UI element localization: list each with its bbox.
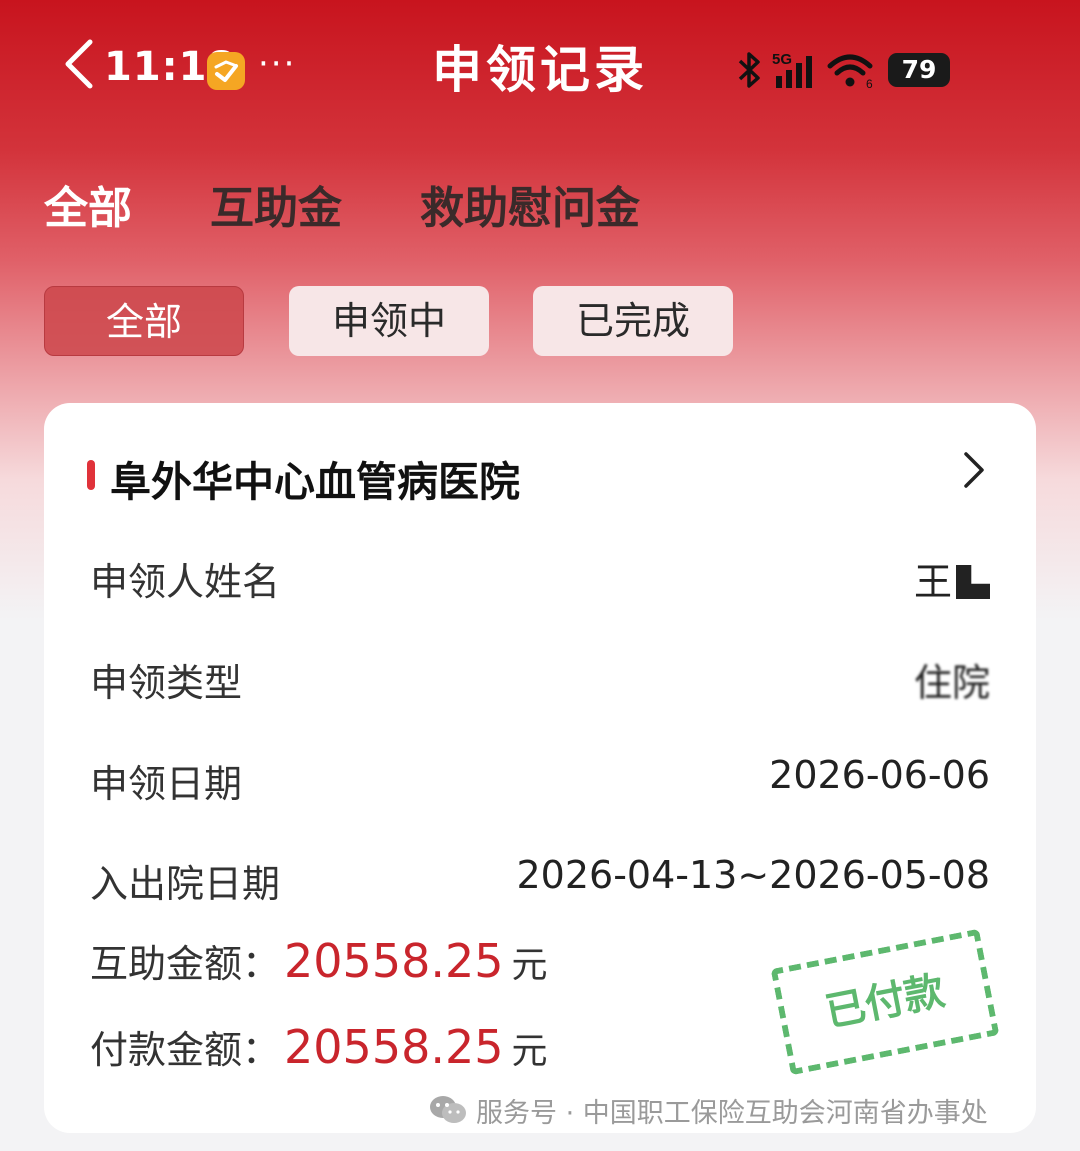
filter-completed[interactable]: 已完成: [533, 286, 733, 356]
paid-stamp: 已付款: [770, 928, 1000, 1076]
claim-type-value: 住院: [913, 661, 990, 705]
aid-amount-label: 互助金额：: [90, 942, 281, 986]
hospital-name: 阜外华中心血管病医院: [110, 458, 520, 506]
claim-date-label: 申领日期: [90, 762, 243, 806]
chevron-right-icon[interactable]: [958, 448, 988, 492]
watermark: 服务号 · 中国职工保险互助会河南省办事处: [428, 1090, 988, 1130]
accent-bar: [87, 460, 95, 490]
paid-amount-label: 付款金额：: [90, 1028, 281, 1072]
tab-relief-funds[interactable]: 救助慰问金: [420, 172, 640, 236]
watermark-text: 服务号 · 中国职工保险互助会河南省办事处: [476, 1097, 988, 1129]
tab-all[interactable]: 全部: [44, 172, 132, 236]
top-bar: 11:18 ··· 申领记录 5G 6 79: [0, 0, 1080, 130]
paid-amount-unit: 元: [511, 1031, 548, 1072]
svg-text:6: 6: [866, 77, 873, 90]
bluetooth-icon: [736, 50, 762, 90]
hospital-stay-value: 2026-04-13~2026-05-08: [516, 853, 990, 897]
claim-type-row: 申领类型 住院: [90, 652, 990, 705]
hospital-stay-row: 入出院日期 2026-04-13~2026-05-08: [90, 853, 990, 906]
aid-amount-unit: 元: [511, 945, 548, 986]
claim-date-row: 申领日期 2026-06-06: [90, 753, 990, 806]
filter-in-progress[interactable]: 申领中: [289, 286, 489, 356]
applicant-row: 申领人姓名 王: [90, 551, 990, 604]
hospital-stay-label: 入出院日期: [90, 862, 281, 906]
claim-type-label: 申领类型: [90, 661, 243, 705]
card-header[interactable]: 阜外华中心血管病医院: [44, 448, 1036, 506]
applicant-value: 王: [914, 551, 990, 606]
wifi-icon: 6: [826, 50, 876, 90]
status-icons: 5G 6 79: [736, 46, 950, 94]
claim-date-value: 2026-06-06: [769, 753, 990, 797]
applicant-label: 申领人姓名: [90, 560, 281, 604]
filter-all[interactable]: 全部: [44, 286, 244, 356]
paid-amount-row: 付款金额：20558.25 元: [90, 1019, 548, 1079]
battery-indicator: 79: [888, 53, 950, 87]
wechat-icon: [430, 1096, 466, 1123]
aid-amount-value: 20558.25: [284, 934, 504, 988]
svg-text:5G: 5G: [772, 51, 792, 68]
redaction-mark: [956, 565, 990, 599]
record-card[interactable]: 阜外华中心血管病医院 申领人姓名 王 申领类型 住院 申领日期 2026-06-…: [44, 403, 1036, 1133]
paid-amount-value: 20558.25: [284, 1020, 504, 1074]
aid-amount-row: 互助金额：20558.25 元: [90, 933, 548, 993]
tab-mutual-aid[interactable]: 互助金: [210, 172, 342, 236]
cellular-signal-icon: 5G: [770, 50, 818, 90]
